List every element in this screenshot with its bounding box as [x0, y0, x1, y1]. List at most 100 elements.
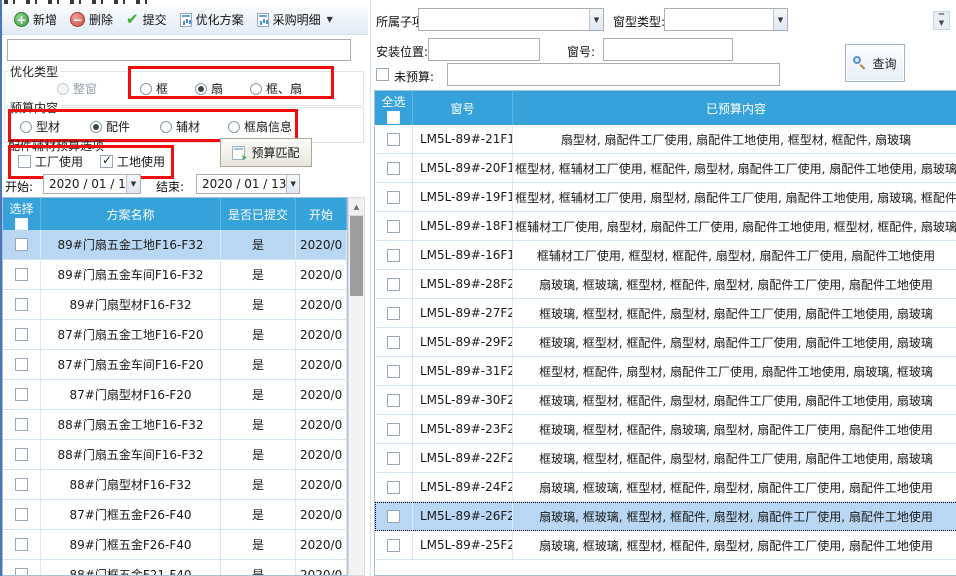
- window-table-row[interactable]: LM5L-89#-18F16框辅材工厂使用, 扇型材, 扇配件工厂使用, 扇配件…: [375, 212, 956, 241]
- window-no-cell: LM5L-89#-25F23: [413, 531, 513, 559]
- delete-button[interactable]: − 删除: [68, 9, 115, 30]
- window-table-row[interactable]: LM5L-89#-28F26扇玻璃, 框玻璃, 框型材, 框配件, 扇型材, 扇…: [375, 270, 956, 299]
- plan-table-row[interactable]: 89#门框五金F26-F40是2020/0: [3, 530, 347, 560]
- window-table-row[interactable]: LM5L-89#-31F29框型材, 框配件, 扇型材, 扇配件工厂使用, 扇配…: [375, 357, 956, 386]
- start-date-picker[interactable]: 2020 / 01 / 1 ▼: [43, 174, 141, 194]
- checkbox-site-use[interactable]: 工地使用: [100, 153, 165, 170]
- window-no-input[interactable]: [603, 38, 733, 61]
- radio-frame-sash-info[interactable]: 框扇信息: [228, 118, 292, 135]
- plan-search-input[interactable]: [7, 39, 351, 61]
- row-checkbox[interactable]: [15, 358, 28, 371]
- select-all-header[interactable]: 选择: [3, 198, 41, 230]
- window-table: 全选 窗号 已预算内容 LM5L-89#-21F19扇型材, 扇配件工厂使用, …: [374, 90, 956, 576]
- radio-auxiliary[interactable]: 辅材: [160, 118, 200, 135]
- budget-match-button[interactable]: 预算匹配: [220, 138, 312, 167]
- row-checkbox[interactable]: [387, 539, 400, 552]
- scrollbar-thumb[interactable]: [350, 216, 363, 296]
- row-checkbox[interactable]: [15, 298, 28, 311]
- chevron-down-icon[interactable]: ▼: [773, 9, 787, 30]
- column-header-submitted[interactable]: 是否已提交: [221, 198, 296, 230]
- toolbar-overflow-button[interactable]: ▔▼: [933, 11, 950, 30]
- window-table-row[interactable]: LM5L-89#-25F23扇玻璃, 框玻璃, 框型材, 框配件, 扇型材, 扇…: [375, 531, 956, 560]
- radio-sash[interactable]: 扇: [195, 80, 223, 97]
- row-checkbox[interactable]: [15, 448, 28, 461]
- row-checkbox[interactable]: [387, 452, 400, 465]
- radio-accessory[interactable]: 配件: [90, 118, 130, 135]
- row-checkbox[interactable]: [15, 388, 28, 401]
- window-table-row[interactable]: LM5L-89#-29F27框玻璃, 框型材, 框配件, 扇型材, 扇配件工厂使…: [375, 328, 956, 357]
- window-table-row[interactable]: LM5L-89#-22F20框玻璃, 框型材, 框配件, 扇型材, 扇配件工厂使…: [375, 444, 956, 473]
- plan-table-row[interactable]: 87#门框五金F26-F40是2020/0: [3, 500, 347, 530]
- row-checkbox[interactable]: [387, 365, 400, 378]
- sub-item-dropdown[interactable]: ▼: [418, 8, 604, 31]
- checkbox-factory-use[interactable]: 工厂使用: [18, 153, 83, 170]
- add-button[interactable]: + 新增: [12, 9, 59, 30]
- row-checkbox[interactable]: [387, 249, 400, 262]
- row-checkbox[interactable]: [387, 481, 400, 494]
- row-checkbox[interactable]: [15, 238, 28, 251]
- row-checkbox[interactable]: [387, 191, 400, 204]
- row-checkbox[interactable]: [387, 394, 400, 407]
- plan-table-row[interactable]: 89#门扇五金车间F16-F32是2020/0: [3, 260, 347, 290]
- row-checkbox[interactable]: [387, 278, 400, 291]
- chevron-down-icon[interactable]: ▼: [126, 175, 140, 193]
- column-header-budgeted-content[interactable]: 已预算内容: [513, 91, 956, 125]
- plan-table-row[interactable]: 89#门扇五金工地F16-F32是2020/0: [3, 230, 347, 260]
- plan-table-row[interactable]: 87#门扇型材F16-F20是2020/0: [3, 380, 347, 410]
- plan-table-row[interactable]: 89#门扇型材F16-F32是2020/0: [3, 290, 347, 320]
- row-checkbox[interactable]: [15, 508, 28, 521]
- plan-table-row[interactable]: 88#门扇五金工地F16-F32是2020/0: [3, 410, 347, 440]
- plan-table-row[interactable]: 87#门扇五金工地F16-F20是2020/0: [3, 320, 347, 350]
- radio-profile[interactable]: 型材: [20, 118, 60, 135]
- radio-frame[interactable]: 框: [140, 80, 168, 97]
- no-budget-input[interactable]: [447, 63, 780, 86]
- row-checkbox[interactable]: [15, 328, 28, 341]
- query-button[interactable]: 查询: [845, 44, 905, 82]
- window-type-dropdown[interactable]: ▼: [664, 8, 788, 31]
- column-header-start[interactable]: 开始: [296, 198, 347, 230]
- column-header-window-no[interactable]: 窗号: [413, 91, 513, 125]
- radio-frame-sash[interactable]: 框、扇: [250, 80, 302, 97]
- window-table-row[interactable]: LM5L-89#-27F25框玻璃, 框型材, 框配件, 扇型材, 扇配件工厂使…: [375, 299, 956, 328]
- row-checkbox[interactable]: [387, 220, 400, 233]
- end-date-picker[interactable]: 2020 / 01 / 13 ▼: [196, 174, 300, 194]
- row-checkbox[interactable]: [15, 268, 28, 281]
- row-checkbox[interactable]: [387, 162, 400, 175]
- check-all-header[interactable]: 全选: [375, 91, 413, 125]
- row-checkbox[interactable]: [387, 336, 400, 349]
- window-table-row[interactable]: LM5L-89#-23F21框玻璃, 框型材, 框配件, 扇玻璃, 扇型材, 扇…: [375, 415, 956, 444]
- window-table-row[interactable]: LM5L-89#-21F19扇型材, 扇配件工厂使用, 扇配件工地使用, 框型材…: [375, 125, 956, 154]
- row-checkbox[interactable]: [15, 568, 28, 576]
- no-budget-checkbox[interactable]: [376, 68, 389, 81]
- install-position-input[interactable]: [428, 38, 540, 61]
- chevron-down-icon[interactable]: ▼: [286, 175, 299, 193]
- optimize-plan-button[interactable]: 优化方案: [178, 9, 246, 30]
- row-checkbox[interactable]: [387, 423, 400, 436]
- plan-table-row[interactable]: 88#门框五金F21-F40是2020/0: [3, 560, 347, 576]
- plan-table-row[interactable]: 88#门扇五金车间F16-F32是2020/0: [3, 440, 347, 470]
- select-all-checkbox[interactable]: [15, 218, 28, 230]
- plan-table-scrollbar[interactable]: ▲: [348, 197, 365, 576]
- window-table-row[interactable]: LM5L-89#-19F17框型材, 框辅材工厂使用, 扇型材, 扇配件工厂使用…: [375, 183, 956, 212]
- row-checkbox[interactable]: [15, 418, 28, 431]
- column-header-plan-name[interactable]: 方案名称: [41, 198, 221, 230]
- row-checkbox[interactable]: [387, 307, 400, 320]
- row-checkbox[interactable]: [387, 510, 400, 523]
- purchase-detail-button[interactable]: 采购明细 ▼: [255, 9, 335, 30]
- row-checkbox[interactable]: [15, 478, 28, 491]
- check-all-checkbox[interactable]: [387, 111, 400, 124]
- plan-table-row[interactable]: 88#门扇型材F16-F32是2020/0: [3, 470, 347, 500]
- window-table-row[interactable]: LM5L-89#-20F18框型材, 框辅材工厂使用, 框配件, 扇型材, 扇配…: [375, 154, 956, 183]
- window-table-row[interactable]: LM5L-89#-24F22扇玻璃, 框玻璃, 框型材, 框配件, 扇型材, 扇…: [375, 473, 956, 502]
- plan-table-row[interactable]: 87#门扇五金车间F16-F20是2020/0: [3, 350, 347, 380]
- window-table-row[interactable]: LM5L-89#-26F24扇玻璃, 框玻璃, 框型材, 框配件, 扇型材, 扇…: [375, 502, 956, 531]
- submit-button[interactable]: ✔ 提交: [124, 9, 169, 30]
- start-date-cell: 2020/0: [296, 320, 347, 349]
- row-checkbox[interactable]: [387, 133, 400, 146]
- window-no-cell: LM5L-89#-23F21: [413, 415, 513, 443]
- chevron-down-icon[interactable]: ▼: [589, 9, 603, 30]
- window-table-row[interactable]: LM5L-89#-30F28框玻璃, 框型材, 框配件, 扇型材, 扇配件工厂使…: [375, 386, 956, 415]
- row-checkbox[interactable]: [15, 538, 28, 551]
- scroll-up-icon[interactable]: ▲: [349, 198, 364, 216]
- window-table-row[interactable]: LM5L-89#-16F15框辅材工厂使用, 框型材, 框配件, 扇型材, 扇配…: [375, 241, 956, 270]
